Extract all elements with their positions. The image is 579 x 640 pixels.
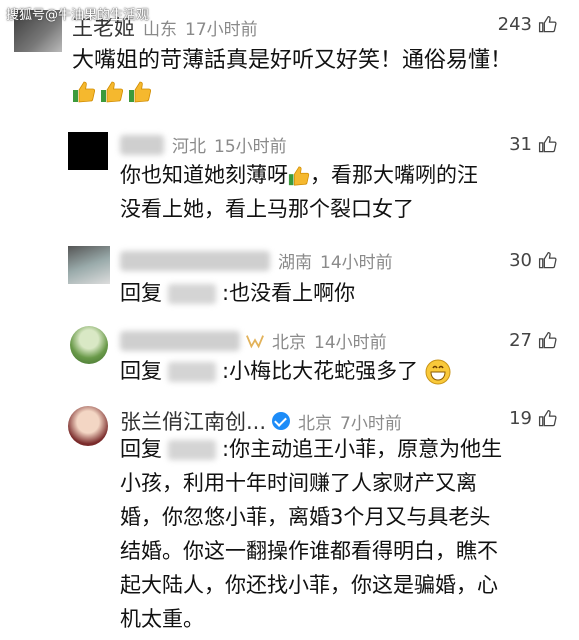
avatar[interactable] [68, 132, 108, 170]
thumbs-up-icon [538, 331, 557, 349]
comment-line: 机太重。 [120, 607, 204, 631]
reply-item: 张兰俏江南创... 北京 7小时前 19 回复:你主动追王小菲，原意为他生 小孩… [0, 398, 579, 640]
comment-line: 起大陆人，你还找小菲，你这是骗婚，心 [120, 573, 498, 597]
reply-item: 河北 15小时前 31 你也知道她刻薄呀 ，看那大嘴咧的汪 没看上她，看上马那个裂… [0, 120, 579, 230]
comment-time: 17小时前 [185, 19, 258, 40]
reply-target-blurred[interactable] [168, 440, 216, 460]
thumbs-up-emoji-icon [73, 81, 96, 103]
comment-location: 河北 [172, 137, 206, 157]
comment-time: 15小时前 [214, 137, 287, 157]
thumbs-up-emoji-icon [288, 166, 310, 186]
reply-item: 湖南 14小时前 30 回复:也没看上啊你 [0, 238, 579, 318]
like-button[interactable]: 19 [509, 408, 557, 429]
reply-target-blurred[interactable] [168, 284, 216, 304]
avatar[interactable] [68, 406, 108, 446]
comment-line: 结婚。你这一翻操作谁都看得明白，瞧不 [120, 539, 498, 563]
like-count: 19 [509, 408, 532, 429]
like-button[interactable]: 30 [509, 250, 557, 271]
comment-text: 你也知道她刻薄呀 ，看那大嘴咧的汪 没看上她，看上马那个裂口女了 [120, 163, 478, 221]
reply-target-blurred[interactable] [168, 362, 216, 382]
comment-time: 14小时前 [314, 333, 387, 353]
comment-text: 大嘴姐的苛薄話真是好听又好笑！通俗易懂！ [72, 48, 513, 73]
thumbs-up-emoji-icon [129, 81, 152, 103]
comment-text: 回复:你主动追王小菲，原意为他生 小孩，利用十年时间赚了人家财产又离 婚，你忽悠… [120, 432, 560, 636]
comment-line: 小孩，利用十年时间赚了人家财产又离 [120, 471, 477, 495]
comment-line: 婚，你忽悠小菲，离婚3个月又与具老头 [120, 505, 491, 529]
watermark: 搜狐号@牛油果的生活观 [6, 8, 150, 23]
comment-time: 7小时前 [340, 413, 402, 434]
comment-text: 回复:小梅比大花蛇强多了 [120, 354, 451, 388]
verified-icon [272, 412, 291, 430]
avatar[interactable] [68, 246, 110, 284]
grin-emoji-icon [425, 359, 451, 385]
thumbs-up-emoji-icon [101, 81, 124, 103]
thumbs-up-icon [538, 251, 557, 269]
reply-item: 北京 14小时前 27 回复:小梅比大花蛇强多了 [0, 318, 579, 398]
thumbs-up-icon [538, 15, 557, 33]
commenter-name-blurred[interactable] [120, 330, 240, 351]
reply-label: 回复 [120, 437, 162, 461]
reply-label: 回复 [120, 359, 162, 383]
like-button[interactable]: 31 [509, 134, 557, 155]
like-button[interactable]: 27 [509, 330, 557, 351]
like-button[interactable]: 243 [498, 14, 557, 35]
like-count: 31 [509, 134, 532, 155]
avatar[interactable] [70, 326, 108, 364]
reply-label: 回复 [120, 281, 162, 305]
like-count: 30 [509, 250, 532, 271]
thumbs-up-icon [538, 409, 557, 427]
commenter-name-blurred[interactable] [120, 134, 164, 155]
emoji-row [72, 80, 152, 104]
comment-location: 北京 [272, 333, 306, 353]
comment-time: 14小时前 [320, 253, 393, 273]
comment-location: 北京 [298, 413, 333, 434]
commenter-name-blurred[interactable] [120, 250, 270, 271]
like-count: 243 [497, 14, 532, 35]
thumbs-up-icon [538, 135, 557, 153]
vip-badge-icon [246, 334, 264, 348]
like-count: 27 [509, 330, 532, 351]
comment-text: 回复:也没看上啊你 [120, 281, 356, 305]
comment-location: 湖南 [278, 253, 312, 273]
